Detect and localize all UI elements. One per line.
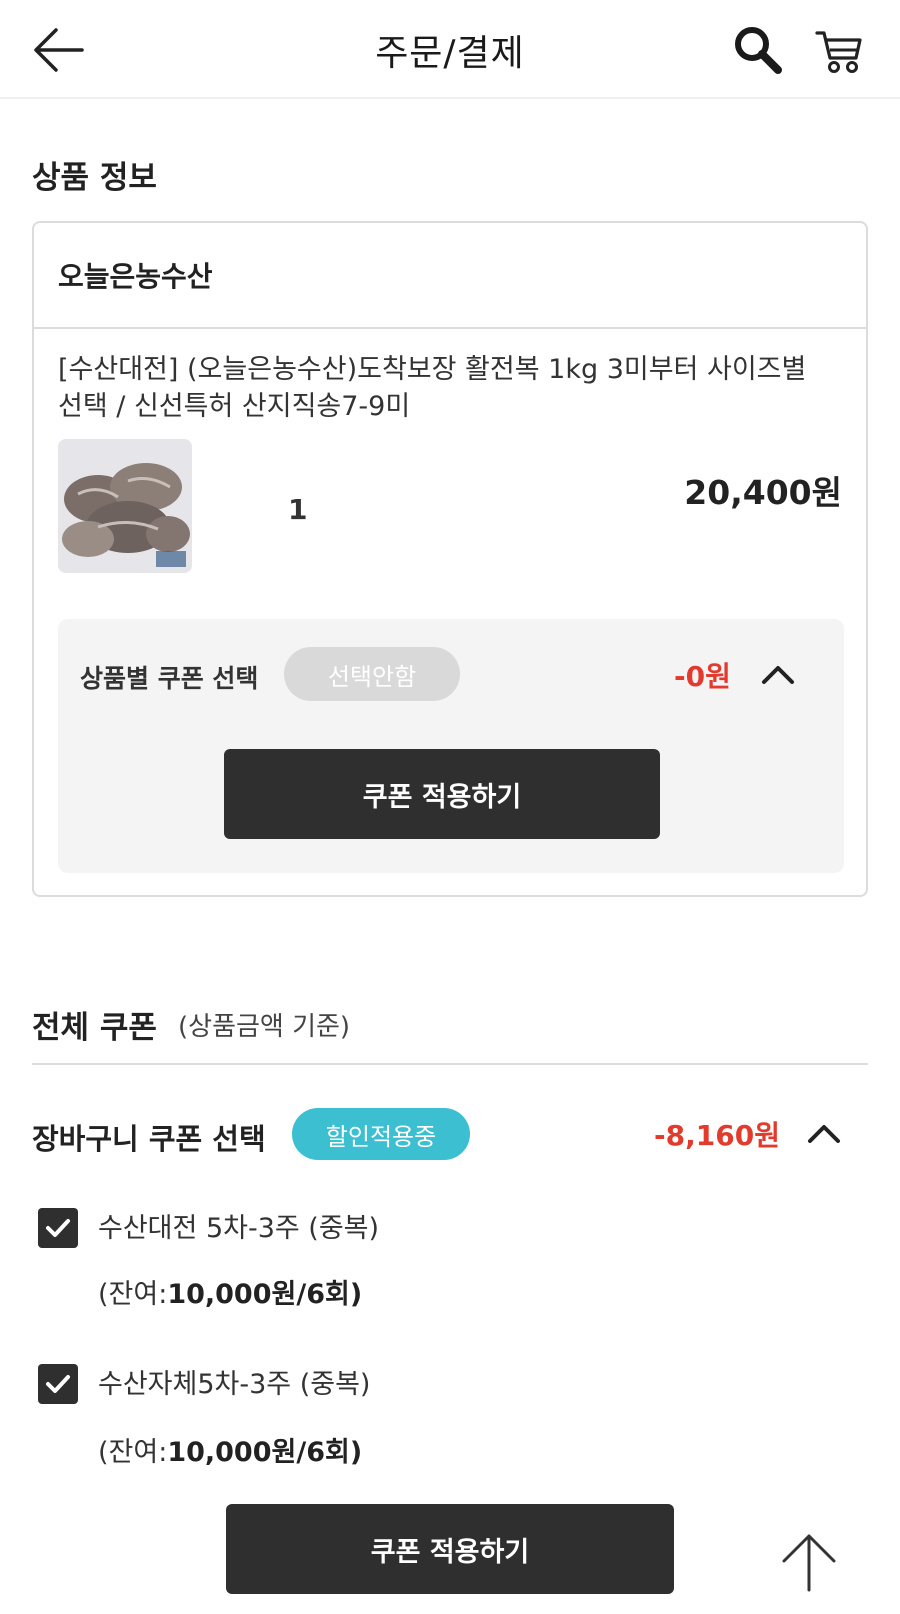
cart-coupon-status-badge[interactable]: 할인적용중: [292, 1108, 470, 1160]
product-title[interactable]: [수산대전] (오늘은농수산)도착보장 활전복 1kg 3미부터 사이즈별 선택…: [58, 351, 838, 425]
seller-name: 오늘은농수산: [58, 260, 213, 293]
coupon-remaining: (잔여:10,000원/6회): [98, 1437, 363, 1468]
product-thumbnail[interactable]: [58, 439, 192, 573]
app-header: 주문/결제: [0, 0, 900, 99]
cart-coupon-discount: -8,160원: [654, 1119, 780, 1152]
whole-coupon-title: 전체 쿠폰: [32, 1010, 157, 1046]
checkmark-icon: [46, 1219, 70, 1237]
product-coupon-status-badge[interactable]: 선택안함: [284, 647, 460, 701]
coupon-remaining: (잔여:10,000원/6회): [98, 1279, 363, 1310]
seller-header: 오늘은농수산: [34, 223, 866, 329]
product-card: 오늘은농수산 [수산대전] (오늘은농수산)도착보장 활전복 1kg 3미부터 …: [32, 221, 868, 897]
product-quantity: 1: [288, 493, 308, 526]
coupon-name: 수산자체5차-3주 (중복): [98, 1369, 371, 1400]
product-price: 20,400원: [684, 473, 842, 512]
coupon-name: 수산대전 5차-3주 (중복): [98, 1213, 380, 1244]
apply-cart-coupon-button[interactable]: 쿠폰 적용하기: [226, 1504, 674, 1594]
coupon-checkbox[interactable]: [38, 1208, 78, 1248]
section-divider: [32, 1063, 868, 1065]
cart-coupon-label: 장바구니 쿠폰 선택: [32, 1122, 266, 1156]
product-coupon-box: 상품별 쿠폰 선택 선택안함 -0원 쿠폰 적용하기: [58, 619, 844, 873]
checkmark-icon: [46, 1375, 70, 1393]
scroll-to-top-icon[interactable]: [778, 1530, 840, 1594]
apply-product-coupon-button[interactable]: 쿠폰 적용하기: [224, 749, 660, 839]
search-icon[interactable]: [732, 24, 784, 76]
product-coupon-discount: -0원: [674, 660, 731, 693]
coupon-checkbox[interactable]: [38, 1364, 78, 1404]
whole-coupon-subtitle: (상품금액 기준): [178, 1012, 351, 1042]
cart-icon[interactable]: [814, 24, 864, 76]
chevron-up-icon[interactable]: [760, 661, 796, 687]
product-section-title: 상품 정보: [32, 160, 157, 196]
product-coupon-label: 상품별 쿠폰 선택: [80, 664, 259, 693]
chevron-up-icon[interactable]: [806, 1120, 842, 1146]
